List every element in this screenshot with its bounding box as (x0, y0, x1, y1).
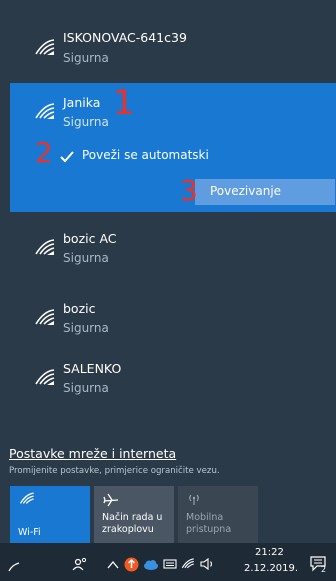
auto-connect-checkbox[interactable] (59, 149, 75, 165)
network-ssid: bozic AC (63, 231, 117, 246)
taskbar: 21:22 2.12.2019. 2 (0, 543, 336, 581)
wifi-toggle-tile[interactable]: Wi-Fi (10, 486, 90, 543)
mobile-hotspot-tile[interactable]: Mobilna pristupna (178, 486, 258, 543)
network-status: Sigurna (63, 251, 109, 265)
annotation-number: 1 (113, 83, 135, 123)
wifi-signal-icon (35, 39, 55, 55)
network-settings-link[interactable]: Postavke mreže i interneta (9, 446, 176, 461)
network-status: Sigurna (63, 115, 109, 129)
network-status: Sigurna (63, 321, 109, 335)
tile-label: Mobilna pristupna (186, 512, 232, 535)
wifi-signal-icon (35, 239, 55, 255)
network-item-bozic[interactable]: bozic Sigurna (0, 290, 336, 350)
wifi-icon (19, 492, 34, 504)
network-item-janika-selected[interactable]: Janika Sigurna Poveži se automatski Pove… (10, 83, 336, 212)
network-ssid: Janika (63, 95, 101, 110)
keyboard-icon[interactable] (163, 558, 177, 570)
network-flyout: ISKONOVAC-641c39 Sigurna Janika Sigurna … (0, 0, 336, 543)
network-settings-description: Promijenite postavke, primjerice ogranič… (9, 466, 220, 476)
wifi-signal-icon (35, 309, 55, 325)
cloud-icon[interactable] (142, 557, 160, 572)
volume-icon[interactable] (200, 557, 216, 571)
tile-label: Wi-Fi (18, 527, 41, 538)
show-hidden-icon[interactable] (8, 562, 20, 572)
network-item-bozic-ac[interactable]: bozic AC Sigurna (0, 220, 336, 280)
clock-date[interactable]: 2.12.2019. (244, 563, 298, 574)
wifi-signal-icon (35, 369, 55, 385)
network-ssid: bozic (63, 301, 96, 316)
wifi-tray-icon[interactable] (181, 557, 195, 571)
clock-time[interactable]: 21:22 (255, 547, 284, 558)
annotation-number: 3 (180, 174, 198, 207)
network-status: Sigurna (63, 51, 109, 65)
network-ssid: ISKONOVAC-641c39 (63, 30, 187, 45)
auto-connect-label: Poveži se automatski (82, 148, 209, 162)
network-status: Sigurna (63, 381, 109, 395)
annotation-number: 2 (35, 136, 53, 169)
chevron-up-icon[interactable] (107, 560, 119, 570)
airplane-icon (103, 493, 119, 507)
network-item-iskonovac[interactable]: ISKONOVAC-641c39 Sigurna (0, 22, 336, 82)
tile-label: Način rada u zrakoplovu (102, 512, 163, 535)
update-icon[interactable] (124, 557, 139, 572)
network-item-salenko[interactable]: SALENKO Sigurna (0, 350, 336, 410)
hotspot-icon (189, 494, 199, 505)
connect-button-label: Povezivanje (210, 184, 282, 198)
people-icon[interactable] (72, 556, 88, 572)
wifi-signal-icon (35, 103, 55, 119)
notification-count: 2 (321, 565, 327, 574)
airplane-mode-tile[interactable]: Način rada u zrakoplovu (94, 486, 174, 543)
network-ssid: SALENKO (63, 361, 122, 376)
